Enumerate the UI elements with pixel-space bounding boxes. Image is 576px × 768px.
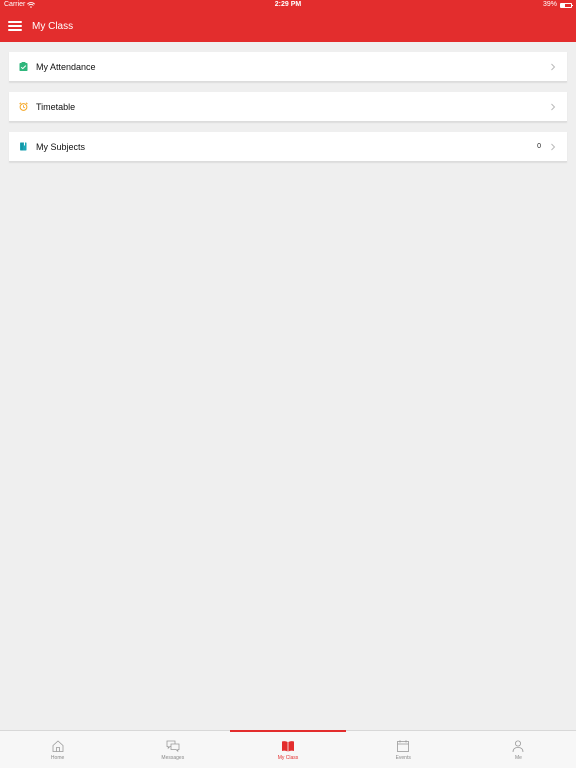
alarm-clock-icon (19, 102, 28, 111)
bottom-tab-bar: Home Messages My Class Events Me (0, 730, 576, 768)
tab-home[interactable]: Home (0, 731, 115, 768)
status-bar: Carrier 2:29 PM 39% (0, 0, 576, 10)
tab-my-class[interactable]: My Class (230, 730, 346, 768)
list-item-label: My Subjects (36, 141, 86, 152)
battery-percent: 39% (542, 1, 557, 8)
calendar-icon (397, 740, 410, 752)
page-title: My Class (32, 20, 74, 32)
status-time: 2:29 PM (274, 1, 302, 8)
list-item-timetable[interactable]: Timetable (9, 92, 567, 122)
book-icon (19, 142, 28, 151)
home-icon (52, 740, 63, 752)
hamburger-menu-button[interactable] (8, 21, 22, 31)
tab-label: Me (514, 755, 522, 761)
chevron-right-icon (551, 143, 556, 150)
list-item-label: Timetable (36, 101, 76, 112)
list-item-my-subjects[interactable]: My Subjects 0 (9, 132, 567, 162)
app-header: My Class (0, 10, 576, 42)
my-class-list: My Attendance Timetable My Subjects 0 (9, 52, 567, 162)
list-item-my-attendance[interactable]: My Attendance (9, 52, 567, 82)
tab-me[interactable]: Me (461, 731, 576, 768)
screen: Carrier 2:29 PM 39% My Class My Attendan… (0, 0, 576, 768)
tab-label: Events (395, 755, 411, 761)
attendance-check-icon (19, 62, 28, 71)
tab-messages[interactable]: Messages (115, 731, 230, 768)
tab-label: My Class (277, 755, 299, 761)
chevron-right-icon (551, 103, 556, 110)
list-item-label: My Attendance (36, 61, 96, 72)
menu-line-icon (8, 25, 22, 27)
tab-label: Home (50, 755, 65, 761)
battery-fill (561, 3, 565, 7)
menu-line-icon (8, 29, 22, 31)
chevron-right-icon (551, 63, 556, 70)
tab-events[interactable]: Events (346, 731, 461, 768)
status-battery-group: 39% (542, 0, 573, 10)
messages-icon (166, 740, 180, 753)
subjects-count: 0 (537, 143, 541, 150)
tab-label: Messages (161, 755, 185, 761)
person-icon (513, 740, 524, 753)
menu-line-icon (8, 21, 22, 23)
open-book-icon (282, 741, 294, 752)
battery-icon (560, 2, 573, 8)
active-tab-indicator (230, 730, 346, 732)
